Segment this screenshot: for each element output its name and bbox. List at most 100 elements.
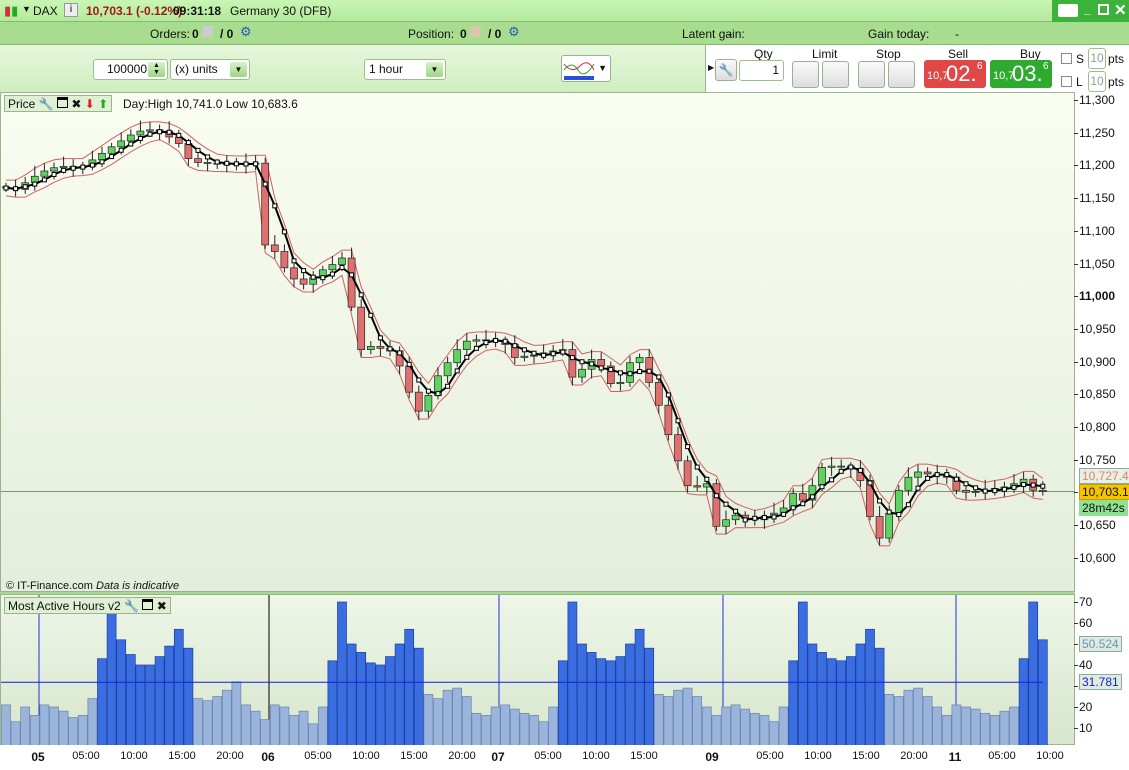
price-chart[interactable]: Price 🔧 ✖ ⬇ ⬆ Day:High 10,741.0 Low 10,6… (0, 92, 1076, 593)
candle-body (654, 381, 663, 406)
arrow-up-icon[interactable]: ⬆ (98, 97, 108, 111)
arrow-down-icon[interactable]: ⬇ (85, 97, 95, 111)
ma-point (425, 388, 431, 394)
price-tick: 10,950 (1074, 321, 1116, 336)
wrench-icon[interactable]: 🔧 (39, 97, 54, 111)
ma-point (829, 477, 835, 483)
stop-checkbox[interactable] (1061, 53, 1072, 64)
chevron-down-icon[interactable]: ▼ (230, 62, 247, 77)
add-indicator-button[interactable]: ▼ (561, 55, 611, 82)
units-select[interactable]: (x) units ▼ (170, 59, 250, 80)
gain-today-value: - (955, 27, 959, 41)
wrench-icon[interactable]: 🔧 (715, 59, 737, 81)
gain-today-label: Gain today: (868, 27, 930, 41)
volume-bar (173, 628, 184, 746)
volume-bar (529, 715, 539, 746)
ma-point (1001, 486, 1007, 492)
close-button[interactable]: ✕ (1114, 1, 1127, 19)
price-tick: 11,150 (1074, 191, 1115, 206)
window-icon[interactable] (142, 599, 154, 610)
candle-body (520, 355, 529, 358)
gear-icon[interactable]: ⚙ (240, 24, 252, 40)
time-tick: 20:00 (448, 750, 476, 762)
candlestick-icon[interactable]: ▮▮ (4, 3, 18, 19)
ma-point (819, 484, 825, 490)
time-tick: 15:00 (400, 750, 428, 762)
volume-bar (125, 654, 136, 746)
price-axis[interactable]: 11,300 11,250 11,200 11,150 11,100 11,050 11,0… (1073, 92, 1129, 770)
price-tick: 10,600 (1074, 550, 1116, 565)
volume-bar (365, 662, 376, 746)
volume-bar (202, 700, 213, 746)
ma-point (358, 292, 364, 298)
buy-button[interactable]: 10,7 03. 6 (990, 60, 1052, 88)
limit-order-button[interactable] (792, 61, 819, 88)
volume-bar (865, 628, 875, 746)
candle-body (731, 514, 740, 521)
volume-bar (375, 664, 386, 746)
volume-bar (797, 601, 808, 746)
candle (606, 361, 615, 388)
most-active-hours-chart[interactable]: Most Active Hours v2 🔧 ✖ (0, 594, 1076, 746)
maximize-button[interactable] (1098, 4, 1109, 15)
amount-input[interactable]: 100000 ▲ ▼ (93, 59, 168, 80)
minimize-button[interactable]: _ (1084, 2, 1091, 16)
title-bar: ▮▮ ▼ DAX i 10,703.1 (-0.12%) 09:31:18 Ge… (0, 0, 1129, 22)
symbol-label[interactable]: DAX (33, 4, 58, 18)
stop-points-input[interactable]: 10 (1088, 48, 1106, 69)
time-axis[interactable]: 05 05:00 10:00 15:00 20:00 06 05:00 10:00 15:00 2… (0, 745, 1075, 770)
candle (280, 244, 289, 273)
price-tick: 10,900 (1074, 354, 1116, 369)
limit-order-alt-button[interactable] (822, 61, 849, 88)
disclaimer: Data is indicative (96, 580, 180, 592)
collapse-arrow-icon[interactable]: ▶ (708, 63, 714, 72)
ma-point (589, 361, 595, 367)
timeframe-select[interactable]: 1 hour ▼ (364, 59, 446, 80)
price-tick: 11,100 (1074, 223, 1115, 238)
limit-points-input[interactable]: 10 (1088, 71, 1106, 92)
symbol-dropdown-icon[interactable]: ▼ (22, 4, 31, 14)
stop-order-alt-button[interactable] (888, 61, 915, 88)
limit-checkbox[interactable] (1061, 76, 1072, 87)
keyboard-icon[interactable] (1058, 4, 1078, 17)
chevron-down-icon[interactable]: ▼ (426, 62, 443, 77)
ma-point (541, 352, 547, 358)
chevron-down-icon[interactable]: ▼ (598, 63, 607, 73)
time-tick: 05 (31, 750, 45, 764)
candle (270, 235, 279, 259)
ma-point (675, 418, 681, 424)
ma-point (905, 502, 911, 508)
ma-point (493, 337, 499, 343)
ma-point (953, 476, 959, 482)
stop-order-button[interactable] (858, 61, 885, 88)
cancel-orders-icon[interactable] (202, 26, 213, 37)
close-circle-icon[interactable]: ✖ (157, 599, 167, 613)
ma-point (665, 392, 671, 398)
candle (722, 510, 730, 535)
volume-bar (961, 706, 971, 746)
volume-bar (481, 715, 491, 746)
ma-point (617, 370, 623, 376)
volume-bar (461, 696, 472, 746)
close-position-icon[interactable] (470, 26, 481, 37)
sell-button[interactable]: 10,7 02. 6 (924, 60, 986, 88)
gear-icon[interactable]: ⚙ (508, 24, 520, 40)
time-tick: 20:00 (900, 750, 928, 762)
info-icon[interactable]: i (64, 3, 78, 17)
close-circle-icon[interactable]: ✖ (71, 97, 81, 111)
volume-plot[interactable] (1, 595, 1076, 746)
ma-point (128, 141, 134, 147)
window-icon[interactable] (56, 97, 68, 108)
stepper-icon[interactable]: ▲ ▼ (148, 62, 165, 77)
price-plot[interactable] (1, 93, 1076, 593)
ma-point (944, 472, 950, 478)
ma-point (800, 501, 806, 507)
ma-point (147, 131, 153, 137)
ma-point (3, 185, 9, 191)
ma-point (109, 154, 115, 160)
qty-input[interactable]: 1 (739, 60, 784, 81)
volume-bar (1, 704, 11, 746)
indicator-icon (563, 62, 595, 80)
wrench-icon[interactable]: 🔧 (124, 599, 139, 613)
volume-bar (58, 710, 69, 746)
